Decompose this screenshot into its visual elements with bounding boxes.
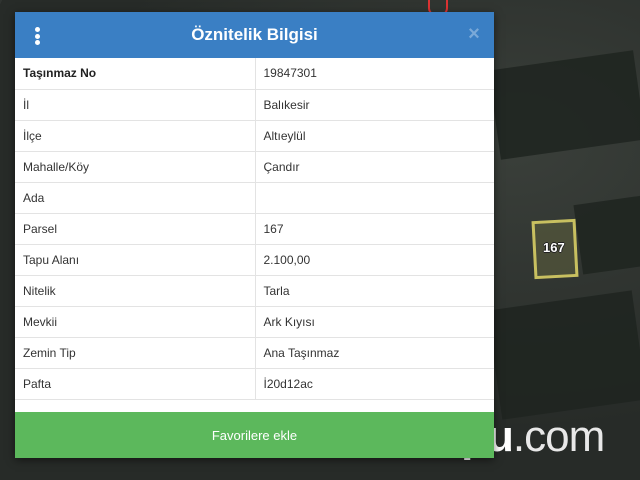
attribute-dialog: Öznitelik Bilgisi × Taşınmaz No 19847301… [15,12,494,458]
attribute-key: Mahalle/Köy [15,151,256,183]
table-row: İl Balıkesir [15,89,494,121]
table-row: Taşınmaz No 19847301 [15,58,494,90]
attribute-key: Taşınmaz No [15,58,256,90]
attribute-value: İ20d12ac [255,368,494,400]
attribute-value [255,182,494,214]
table-row: Nitelik Tarla [15,275,494,307]
watermark-domain: .com [512,412,605,461]
attribute-value: 19847301 [255,58,494,90]
attribute-value: Çandır [255,151,494,183]
attribute-key: Pafta [15,368,256,400]
map-field [573,195,640,275]
attribute-value: 167 [255,213,494,245]
attribute-value: Tarla [255,275,494,307]
attribute-key: İl [15,89,256,121]
map-field [487,290,640,420]
vertical-dots-icon[interactable] [33,27,41,45]
dialog-title: Öznitelik Bilgisi [191,25,318,44]
attribute-value: Ark Kıyısı [255,306,494,338]
attribute-key: Mevkii [15,306,256,338]
table-row: Mahalle/Köy Çandır [15,151,494,183]
attribute-value: Altıeylül [255,120,494,152]
map-field [488,50,640,160]
attribute-value: 2.100,00 [255,244,494,276]
attribute-key: Ada [15,182,256,214]
attribute-key: Nitelik [15,275,256,307]
table-row: Parsel 167 [15,213,494,245]
table-row: Zemin Tip Ana Taşınmaz [15,337,494,369]
attribute-key: Parsel [15,213,256,245]
table-row: Ada [15,182,494,214]
table-row: Tapu Alanı 2.100,00 [15,244,494,276]
table-row: Pafta İ20d12ac [15,368,494,400]
dialog-header: Öznitelik Bilgisi × [15,12,494,58]
table-row: Mevkii Ark Kıyısı [15,306,494,338]
attribute-value: Balıkesir [255,89,494,121]
parcel-label: 167 [543,240,565,255]
attribute-value: Ana Taşınmaz [255,337,494,369]
attribute-key: Tapu Alanı [15,244,256,276]
attribute-key: İlçe [15,120,256,152]
table-row: İlçe Altıeylül [15,120,494,152]
close-icon[interactable]: × [466,24,482,44]
attribute-key: Zemin Tip [15,337,256,369]
add-to-favorites-button[interactable]: Favorilere ekle [15,412,494,458]
attribute-table: Taşınmaz No 19847301 İl Balıkesir İlçe A… [15,58,494,400]
